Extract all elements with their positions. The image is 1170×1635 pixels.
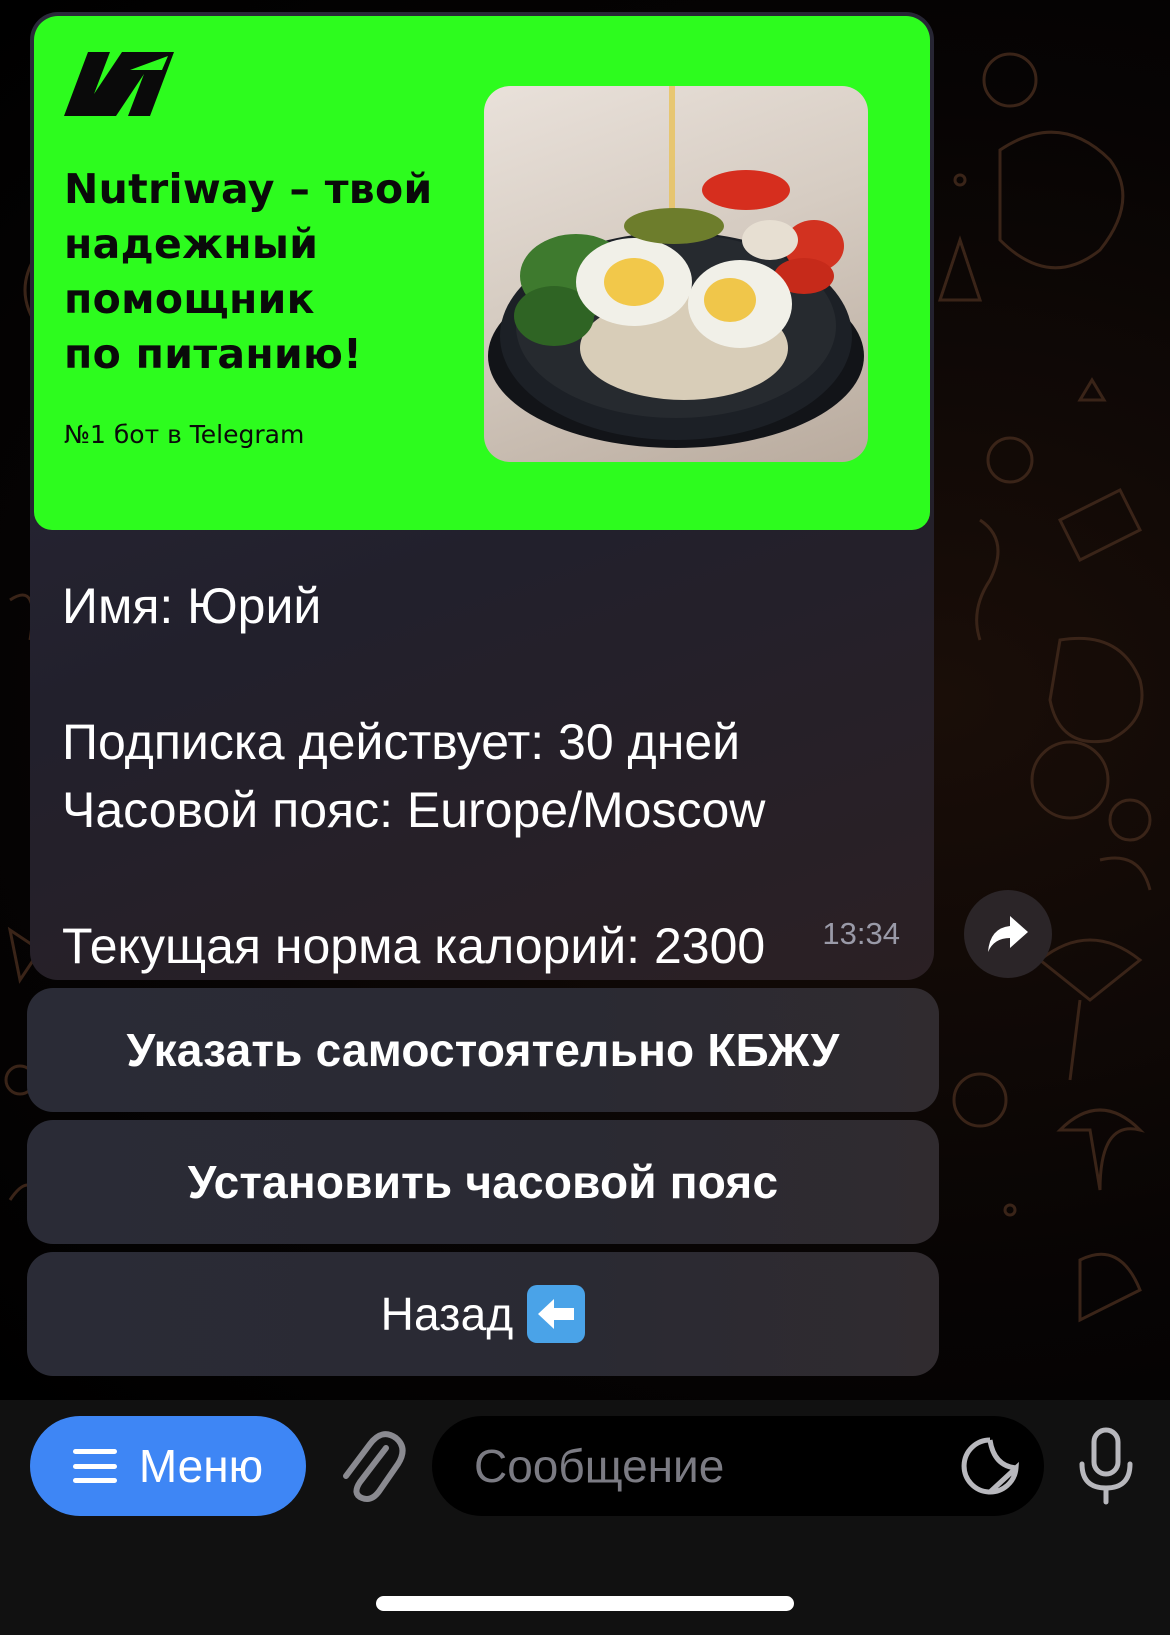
banner-title-line: помощник (64, 275, 315, 323)
forward-button[interactable] (964, 890, 1052, 978)
left-arrow-emoji-icon (527, 1285, 586, 1343)
salad-bowl-photo (484, 86, 868, 462)
back-button[interactable]: Назад (27, 1252, 939, 1376)
set-macros-label: Указать самостоятельно КБЖУ (126, 1024, 840, 1076)
bot-message-bubble: Nutriway – твой надежный помощник по пит… (30, 12, 934, 980)
message-time: 13:34 (822, 916, 900, 951)
name-line: Имя: Юрий (62, 578, 322, 634)
profile-info-text: Имя: Юрий Подписка действует: 30 дней Ча… (62, 572, 902, 980)
set-macros-button[interactable]: Указать самостоятельно КБЖУ (27, 988, 939, 1112)
promo-banner: Nutriway – твой надежный помощник по пит… (34, 16, 930, 530)
bot-menu-label: Меню (138, 1440, 264, 1492)
banner-title: Nutriway – твой надежный помощник по пит… (64, 162, 464, 382)
nutriway-logo-icon (64, 52, 174, 116)
banner-title-line: надежный (64, 220, 319, 268)
timezone-line: Часовой пояс: Europe/Moscow (62, 782, 766, 838)
banner-title-line: Nutriway – твой (64, 165, 433, 213)
microphone-icon[interactable] (1076, 1426, 1136, 1506)
subscription-line: Подписка действует: 30 дней (62, 714, 741, 770)
message-input[interactable] (432, 1416, 1044, 1516)
banner-title-line: по питанию! (64, 330, 363, 378)
home-indicator[interactable] (376, 1596, 794, 1611)
paperclip-icon[interactable] (336, 1426, 406, 1506)
set-timezone-label: Установить часовой пояс (187, 1156, 779, 1208)
set-timezone-button[interactable]: Установить часовой пояс (27, 1120, 939, 1244)
banner-subtitle: №1 бот в Telegram (64, 420, 305, 449)
bot-menu-button[interactable]: Меню (30, 1416, 306, 1516)
hamburger-icon (72, 1449, 117, 1483)
forward-arrow-icon (988, 916, 1028, 952)
back-label: Назад (380, 1288, 514, 1340)
sticker-icon[interactable] (960, 1436, 1020, 1496)
calories-line: Текущая норма калорий: 2300 (62, 918, 766, 974)
